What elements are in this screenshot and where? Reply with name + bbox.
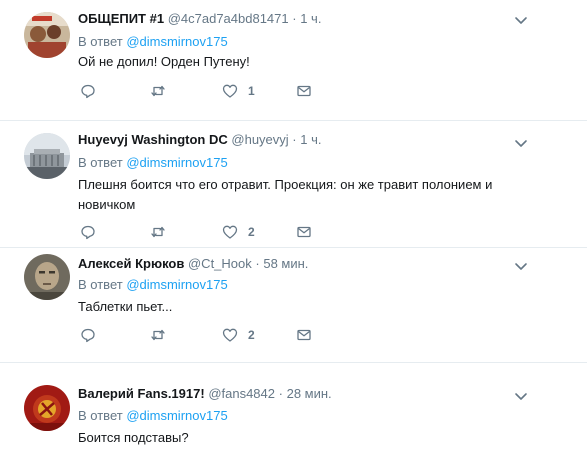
retweet-button[interactable] [150,223,166,241]
envelope-icon [297,85,311,97]
user-handle[interactable]: @huyevyj [231,132,288,147]
reply-context: В ответ @dimsmirnov175 [78,408,228,424]
avatar-image [24,133,70,179]
chevron-down-icon[interactable] [513,388,529,404]
display-name[interactable]: Алексей Крюков [78,256,184,271]
reply-icon [81,225,95,240]
avatar[interactable] [24,385,70,431]
avatar-image [24,254,70,300]
retweet-icon [151,85,165,97]
reply-icon [81,328,95,343]
message-button[interactable] [296,223,312,241]
avatar-image [24,385,70,431]
tweet-header: Huyevyj Washington DC @huyevyj · 1 ч. [78,132,322,148]
like-button[interactable]: 2 [222,326,255,344]
chevron-down-icon[interactable] [513,258,529,274]
reply-prefix: В ответ [78,155,123,170]
tweet-text: Боится подставы? [78,430,189,445]
tweet-text: Ой не допил! Орден Путену! [78,54,250,69]
avatar[interactable] [24,254,70,300]
heart-icon [222,225,238,239]
envelope-icon [297,226,311,238]
separator-dot: · [292,132,297,147]
message-button[interactable] [296,326,312,344]
message-button[interactable] [296,82,312,100]
timestamp[interactable]: 1 ч. [300,132,321,147]
reply-icon [81,84,95,99]
separator-dot: · [278,386,283,401]
timestamp[interactable]: 58 мин. [263,256,308,271]
envelope-icon [297,329,311,341]
reply-button[interactable] [80,223,96,241]
tweet-1[interactable]: ОБЩЕПИТ #1 @4c7ad7a4bd81471 · 1 ч. В отв… [0,0,587,120]
retweet-button[interactable] [150,326,166,344]
retweet-icon [151,329,165,341]
reply-context: В ответ @dimsmirnov175 [78,277,228,293]
avatar[interactable] [24,133,70,179]
reply-context: В ответ @dimsmirnov175 [78,155,228,171]
avatar[interactable] [24,12,70,58]
timestamp[interactable]: 28 мин. [287,386,332,401]
tweet-2[interactable]: Huyevyj Washington DC @huyevyj · 1 ч. В … [0,121,587,247]
separator-dot: · [255,256,260,271]
tweet-4[interactable]: Валерий Fans.1917! @fans4842 · 28 мин. В… [0,363,587,459]
tweet-text: Таблетки пьет... [78,299,173,314]
chevron-down-icon[interactable] [513,135,529,151]
like-button[interactable]: 1 [222,82,255,100]
tweet-actions: 2 [78,223,338,241]
separator-dot: · [292,11,297,26]
retweet-icon [151,226,165,238]
reply-context: В ответ @dimsmirnov175 [78,34,228,50]
chevron-down-icon[interactable] [513,12,529,28]
retweet-button[interactable] [150,82,166,100]
like-count: 2 [248,225,255,239]
avatar-image [24,12,70,58]
reply-to-link[interactable]: @dimsmirnov175 [126,277,227,292]
tweet-header: Валерий Fans.1917! @fans4842 · 28 мин. [78,386,332,402]
reply-to-link[interactable]: @dimsmirnov175 [126,408,227,423]
user-handle[interactable]: @4c7ad7a4bd81471 [168,11,289,26]
display-name[interactable]: Валерий Fans.1917! [78,386,205,401]
tweet-header: ОБЩЕПИТ #1 @4c7ad7a4bd81471 · 1 ч. [78,11,321,27]
display-name[interactable]: Huyevyj Washington DC [78,132,228,147]
tweet-actions: 2 [78,326,338,344]
user-handle[interactable]: @fans4842 [208,386,275,401]
reply-to-link[interactable]: @dimsmirnov175 [126,34,227,49]
reply-prefix: В ответ [78,277,123,292]
tweet-text: Плешня боится что его отравит. Проекция:… [78,177,493,212]
tweet-3[interactable]: Алексей Крюков @Ct_Hook · 58 мин. В отве… [0,248,587,356]
like-button[interactable]: 2 [222,223,255,241]
like-count: 2 [248,328,255,342]
reply-prefix: В ответ [78,34,123,49]
reply-to-link[interactable]: @dimsmirnov175 [126,155,227,170]
user-handle[interactable]: @Ct_Hook [188,256,252,271]
reply-prefix: В ответ [78,408,123,423]
heart-icon [222,328,238,342]
tweet-header: Алексей Крюков @Ct_Hook · 58 мин. [78,256,308,272]
like-count: 1 [248,84,255,98]
reply-button[interactable] [80,326,96,344]
timestamp[interactable]: 1 ч. [300,11,321,26]
reply-button[interactable] [80,82,96,100]
tweet-actions: 1 [78,82,338,100]
heart-icon [222,84,238,98]
display-name[interactable]: ОБЩЕПИТ #1 [78,11,164,26]
